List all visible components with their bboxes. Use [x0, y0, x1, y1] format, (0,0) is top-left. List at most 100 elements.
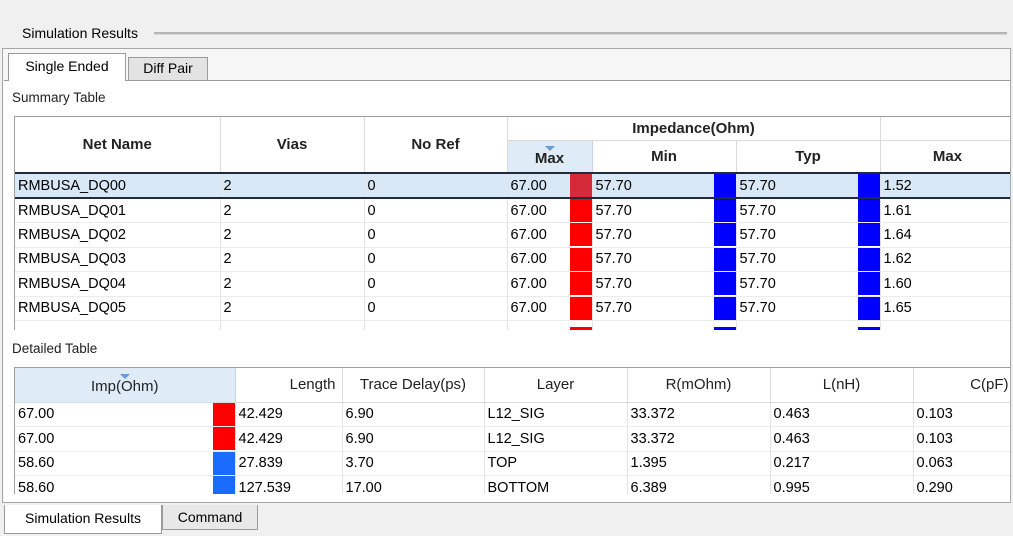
col-header-no-ref[interactable]: No Ref — [364, 117, 508, 174]
imp-max-value: 67.00 — [510, 275, 547, 292]
imp-value: 58.60 — [18, 455, 55, 472]
col-header-l[interactable]: L(nH) — [770, 368, 914, 403]
max-cell: 1.62 — [880, 247, 1010, 272]
c-cell: 0.290 — [913, 475, 1010, 494]
imp-min-value: 57.70 — [595, 226, 632, 243]
table-row[interactable]: 58.60 27.839 3.70 TOP 1.395 0.217 0.063 — [15, 451, 1010, 476]
impedance-swatch — [212, 402, 234, 426]
imp-cell: 58.60 — [15, 475, 236, 494]
impedance-low-swatch — [857, 272, 880, 296]
imp-min-cell: 57.70 — [592, 296, 737, 321]
impedance-swatch — [212, 427, 234, 451]
imp-typ-cell: 57.70 — [736, 296, 881, 321]
c-cell: 0.063 — [913, 451, 1010, 476]
col-header-imp-max[interactable]: Max — [507, 140, 593, 174]
imp-value: 67.00 — [18, 406, 55, 423]
col-header-imp-typ[interactable]: Typ — [736, 140, 881, 174]
l-cell: 0.217 — [770, 451, 914, 476]
col-header-vias[interactable]: Vias — [220, 117, 365, 174]
vias-cell: 2 — [220, 296, 365, 321]
col-header-imp[interactable]: Imp(Ohm) — [15, 368, 236, 403]
col-header-length[interactable]: Length — [235, 368, 343, 403]
delay-cell: 17.00 — [342, 475, 485, 494]
imp-cell: 67.00 — [15, 426, 236, 452]
col-header-imp-min[interactable]: Min — [592, 140, 737, 174]
noref-cell — [364, 320, 508, 330]
imp-min-value: 57.70 — [595, 177, 632, 194]
imp-min-value: 57.70 — [595, 202, 632, 219]
c-cell: 0.103 — [913, 402, 1010, 427]
imp-max-value: 67.00 — [510, 251, 547, 268]
col-header-net-name[interactable]: Net Name — [15, 117, 221, 174]
imp-min-cell: 57.70 — [592, 247, 737, 272]
table-row[interactable]: RMBUSA_DQ04 2 0 67.00 57.70 57.70 1.60 — [15, 271, 1010, 297]
impedance-low-swatch — [857, 326, 880, 330]
imp-value: 58.60 — [18, 479, 55, 494]
detailed-table-label: Detailed Table — [12, 341, 98, 356]
imp-max-value: 67.00 — [510, 202, 547, 219]
net-name-cell: RMBUSA_DQ03 — [15, 247, 221, 272]
vias-cell: 2 — [220, 198, 365, 223]
l-cell: 0.995 — [770, 475, 914, 494]
col-header-layer[interactable]: Layer — [484, 368, 628, 403]
delay-cell: 6.90 — [342, 426, 485, 452]
impedance-high-swatch — [569, 175, 591, 196]
imp-value: 67.00 — [18, 430, 55, 447]
table-row-partial[interactable] — [15, 320, 1010, 330]
col-header-r[interactable]: R(mOhm) — [627, 368, 771, 403]
net-name-cell: RMBUSA_DQ02 — [15, 222, 221, 248]
panel-title: Simulation Results — [22, 25, 138, 41]
imp-max-value: 67.00 — [510, 177, 547, 194]
table-row[interactable]: 67.00 42.429 6.90 L12_SIG 33.372 0.463 0… — [15, 402, 1010, 427]
imp-min-cell: 57.70 — [592, 172, 737, 199]
tab-diff-pair[interactable]: Diff Pair — [128, 57, 208, 80]
impedance-swatch — [212, 476, 234, 494]
col-header-c[interactable]: C(pF) — [913, 368, 1010, 403]
summary-table[interactable]: Net Name Vias No Ref Impedance(Ohm) Max … — [14, 116, 1010, 330]
col-header-imp-label: Imp(Ohm) — [91, 378, 159, 396]
imp-cell: 58.60 — [15, 451, 236, 476]
max-cell: 1.52 — [880, 172, 1010, 199]
impedance-high-swatch — [569, 272, 591, 296]
max-cell: 1.60 — [880, 271, 1010, 297]
imp-min-cell: 57.70 — [592, 198, 737, 223]
imp-typ-cell: 57.70 — [736, 198, 881, 223]
net-name-cell: RMBUSA_DQ01 — [15, 198, 221, 223]
table-row[interactable]: RMBUSA_DQ00 2 0 67.00 57.70 57.70 1.52 — [15, 172, 1010, 199]
length-cell: 127.539 — [235, 475, 343, 494]
imp-max-value: 67.00 — [510, 226, 547, 243]
imp-typ-cell: 57.70 — [736, 172, 881, 199]
bottom-tab-simulation-results[interactable]: Simulation Results — [4, 505, 162, 534]
table-row[interactable]: RMBUSA_DQ01 2 0 67.00 57.70 57.70 1.61 — [15, 198, 1010, 223]
bottom-tab-command[interactable]: Command — [162, 505, 258, 530]
imp-max-cell: 67.00 — [507, 247, 593, 272]
imp-typ-value: 57.70 — [739, 251, 776, 268]
net-name-cell — [15, 320, 221, 330]
col-group-impedance: Impedance(Ohm) — [507, 117, 881, 141]
length-cell: 42.429 — [235, 426, 343, 452]
panel-title-divider — [154, 32, 1007, 35]
table-row[interactable]: 58.60 127.539 17.00 BOTTOM 6.389 0.995 0… — [15, 475, 1010, 494]
detailed-table[interactable]: Imp(Ohm) Length Trace Delay(ps) Layer R(… — [14, 367, 1010, 494]
col-header-max[interactable]: Max — [880, 140, 1010, 174]
table-row[interactable]: RMBUSA_DQ03 2 0 67.00 57.70 57.70 1.62 — [15, 247, 1010, 272]
r-cell: 1.395 — [627, 451, 771, 476]
table-row[interactable]: RMBUSA_DQ02 2 0 67.00 57.70 57.70 1.64 — [15, 222, 1010, 248]
col-header-imp-max-label: Max — [534, 149, 565, 167]
imp-typ-cell: 57.70 — [736, 247, 881, 272]
layer-cell: L12_SIG — [484, 426, 628, 452]
tab-single-ended[interactable]: Single Ended — [8, 53, 126, 81]
impedance-low-swatch — [857, 199, 880, 222]
noref-cell: 0 — [364, 271, 508, 297]
table-row[interactable]: RMBUSA_DQ05 2 0 67.00 57.70 57.70 1.65 — [15, 296, 1010, 321]
table-row[interactable]: 67.00 42.429 6.90 L12_SIG 33.372 0.463 0… — [15, 426, 1010, 452]
col-header-trace-delay[interactable]: Trace Delay(ps) — [342, 368, 485, 403]
summary-table-label: Summary Table — [12, 90, 106, 105]
imp-typ-value: 57.70 — [739, 226, 776, 243]
noref-cell: 0 — [364, 296, 508, 321]
r-cell: 33.372 — [627, 402, 771, 427]
imp-min-cell — [592, 320, 737, 330]
col-group-next — [880, 117, 1010, 141]
vias-cell: 2 — [220, 247, 365, 272]
impedance-low-swatch — [713, 247, 735, 271]
